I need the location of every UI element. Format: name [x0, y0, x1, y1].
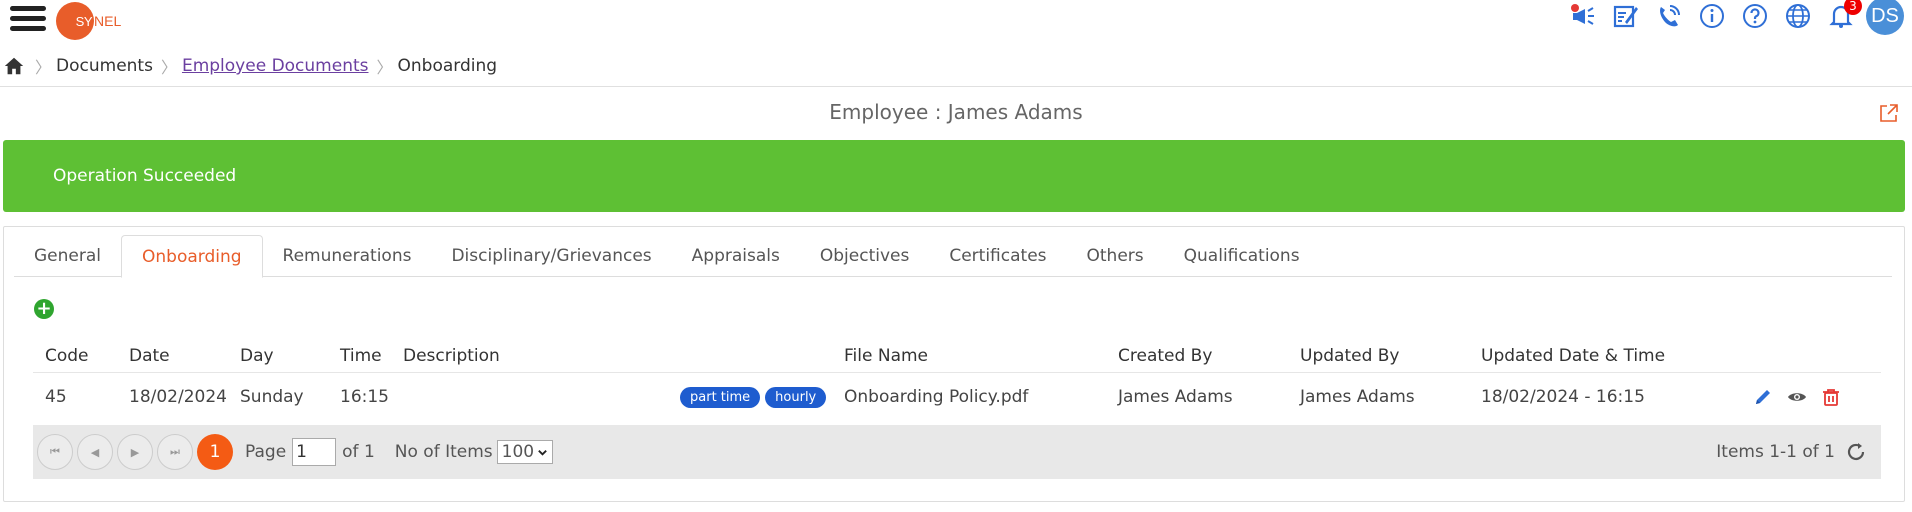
pagination-bar: ⏮ ◀ ▶ ⏭ 1 Page of 1 No of Items 100 Item…	[33, 425, 1881, 479]
breadcrumb-separator: 〉	[35, 58, 52, 77]
globe-icon[interactable]	[1783, 1, 1813, 31]
tag-badge: hourly	[765, 386, 827, 408]
items-per-page-value: 100	[501, 442, 535, 462]
column-header-updated-date-time[interactable]: Updated Date & Time	[1481, 339, 1665, 372]
home-icon[interactable]	[3, 54, 27, 78]
phone-icon[interactable]	[1654, 1, 1684, 31]
current-page-button[interactable]: 1	[197, 434, 233, 470]
page-label: Page	[245, 442, 287, 462]
column-header-file-name[interactable]: File Name	[844, 339, 928, 372]
avatar[interactable]: DS	[1866, 0, 1904, 35]
tab-onboarding[interactable]: Onboarding	[121, 235, 263, 278]
tab-panel: General Onboarding Remunerations Discipl…	[3, 226, 1905, 502]
items-summary: Items 1-1 of 1	[1716, 442, 1835, 462]
column-header-time[interactable]: Time	[340, 339, 382, 372]
success-alert: Operation Succeeded	[3, 140, 1905, 212]
header-toolbar: 3 DS	[1561, 0, 1912, 35]
tab-objectives[interactable]: Objectives	[800, 235, 929, 277]
tab-general[interactable]: General	[14, 235, 121, 277]
cell-code: 45	[45, 387, 67, 407]
megaphone-icon[interactable]	[1568, 1, 1598, 31]
page-count-label: of 1	[342, 442, 375, 462]
cell-file-name: Onboarding Policy.pdf	[844, 387, 1029, 407]
tab-others[interactable]: Others	[1067, 235, 1164, 277]
tab-appraisals[interactable]: Appraisals	[672, 235, 800, 277]
cell-day: Sunday	[240, 387, 304, 407]
add-record-button[interactable]: +	[34, 299, 54, 319]
column-header-day[interactable]: Day	[240, 339, 274, 372]
previous-page-button[interactable]: ◀	[77, 434, 113, 470]
view-icon[interactable]	[1787, 387, 1807, 407]
breadcrumb-onboarding: Onboarding	[397, 56, 498, 76]
last-page-button[interactable]: ⏭	[157, 434, 193, 470]
logo-text: NEL	[94, 13, 122, 29]
alert-message: Operation Succeeded	[53, 166, 237, 186]
popout-icon[interactable]	[1878, 102, 1900, 124]
logo-circle: SY	[56, 2, 94, 40]
first-page-button[interactable]: ⏮	[37, 434, 73, 470]
breadcrumb-separator: 〉	[376, 58, 393, 77]
column-header-code[interactable]: Code	[45, 339, 89, 372]
divider	[0, 86, 1912, 87]
column-header-date[interactable]: Date	[129, 339, 170, 372]
breadcrumb-separator: 〉	[160, 58, 177, 77]
cell-tags: part time hourly	[675, 375, 827, 419]
cell-updated-by: James Adams	[1300, 387, 1415, 407]
column-header-description[interactable]: Description	[403, 339, 500, 372]
cell-created-by: James Adams	[1118, 387, 1233, 407]
menu-icon[interactable]	[10, 2, 46, 38]
bell-icon[interactable]: 3	[1826, 0, 1862, 31]
breadcrumb: 〉 Documents 〉 Employee Documents 〉 Onboa…	[0, 52, 497, 80]
pager-summary: Items 1-1 of 1	[1716, 425, 1867, 479]
edit-form-icon[interactable]	[1611, 1, 1641, 31]
tab-certificates[interactable]: Certificates	[929, 235, 1066, 277]
cell-date: 18/02/2024	[129, 387, 227, 407]
table-header: Code Date Day Time Description File Name…	[33, 339, 1881, 373]
page-number-input[interactable]	[292, 438, 337, 466]
cell-updated-date-time: 18/02/2024 - 16:15	[1481, 387, 1645, 407]
next-page-button[interactable]: ▶	[117, 434, 153, 470]
tab-qualifications[interactable]: Qualifications	[1164, 235, 1320, 277]
tab-remunerations[interactable]: Remunerations	[263, 235, 432, 277]
column-header-created-by[interactable]: Created By	[1118, 339, 1212, 372]
logo[interactable]: SY NEL	[56, 2, 121, 40]
table-row[interactable]: 45 18/02/2024 Sunday 16:15 part time hou…	[33, 375, 1881, 419]
refresh-icon[interactable]	[1845, 441, 1867, 463]
top-bar: SY NEL 3 DS	[0, 0, 1912, 42]
edit-icon[interactable]	[1753, 387, 1773, 407]
cell-time: 16:15	[340, 387, 389, 407]
breadcrumb-documents[interactable]: Documents	[56, 56, 153, 76]
tag-badge: part time	[680, 386, 761, 408]
help-icon[interactable]	[1740, 1, 1770, 31]
notification-badge: 3	[1844, 0, 1862, 15]
chevron-down-icon	[538, 449, 547, 456]
items-per-page-label: No of Items	[394, 442, 493, 462]
info-icon[interactable]	[1697, 1, 1727, 31]
row-actions	[1746, 375, 1848, 419]
tab-bar: General Onboarding Remunerations Discipl…	[14, 235, 1892, 278]
page-title: Employee : James Adams	[829, 100, 1083, 124]
tab-disciplinary-grievances[interactable]: Disciplinary/Grievances	[431, 235, 671, 277]
delete-icon[interactable]	[1821, 387, 1841, 407]
column-header-updated-by[interactable]: Updated By	[1300, 339, 1400, 372]
items-per-page-select[interactable]: 100	[496, 440, 554, 464]
breadcrumb-employee-documents[interactable]: Employee Documents	[182, 56, 369, 76]
